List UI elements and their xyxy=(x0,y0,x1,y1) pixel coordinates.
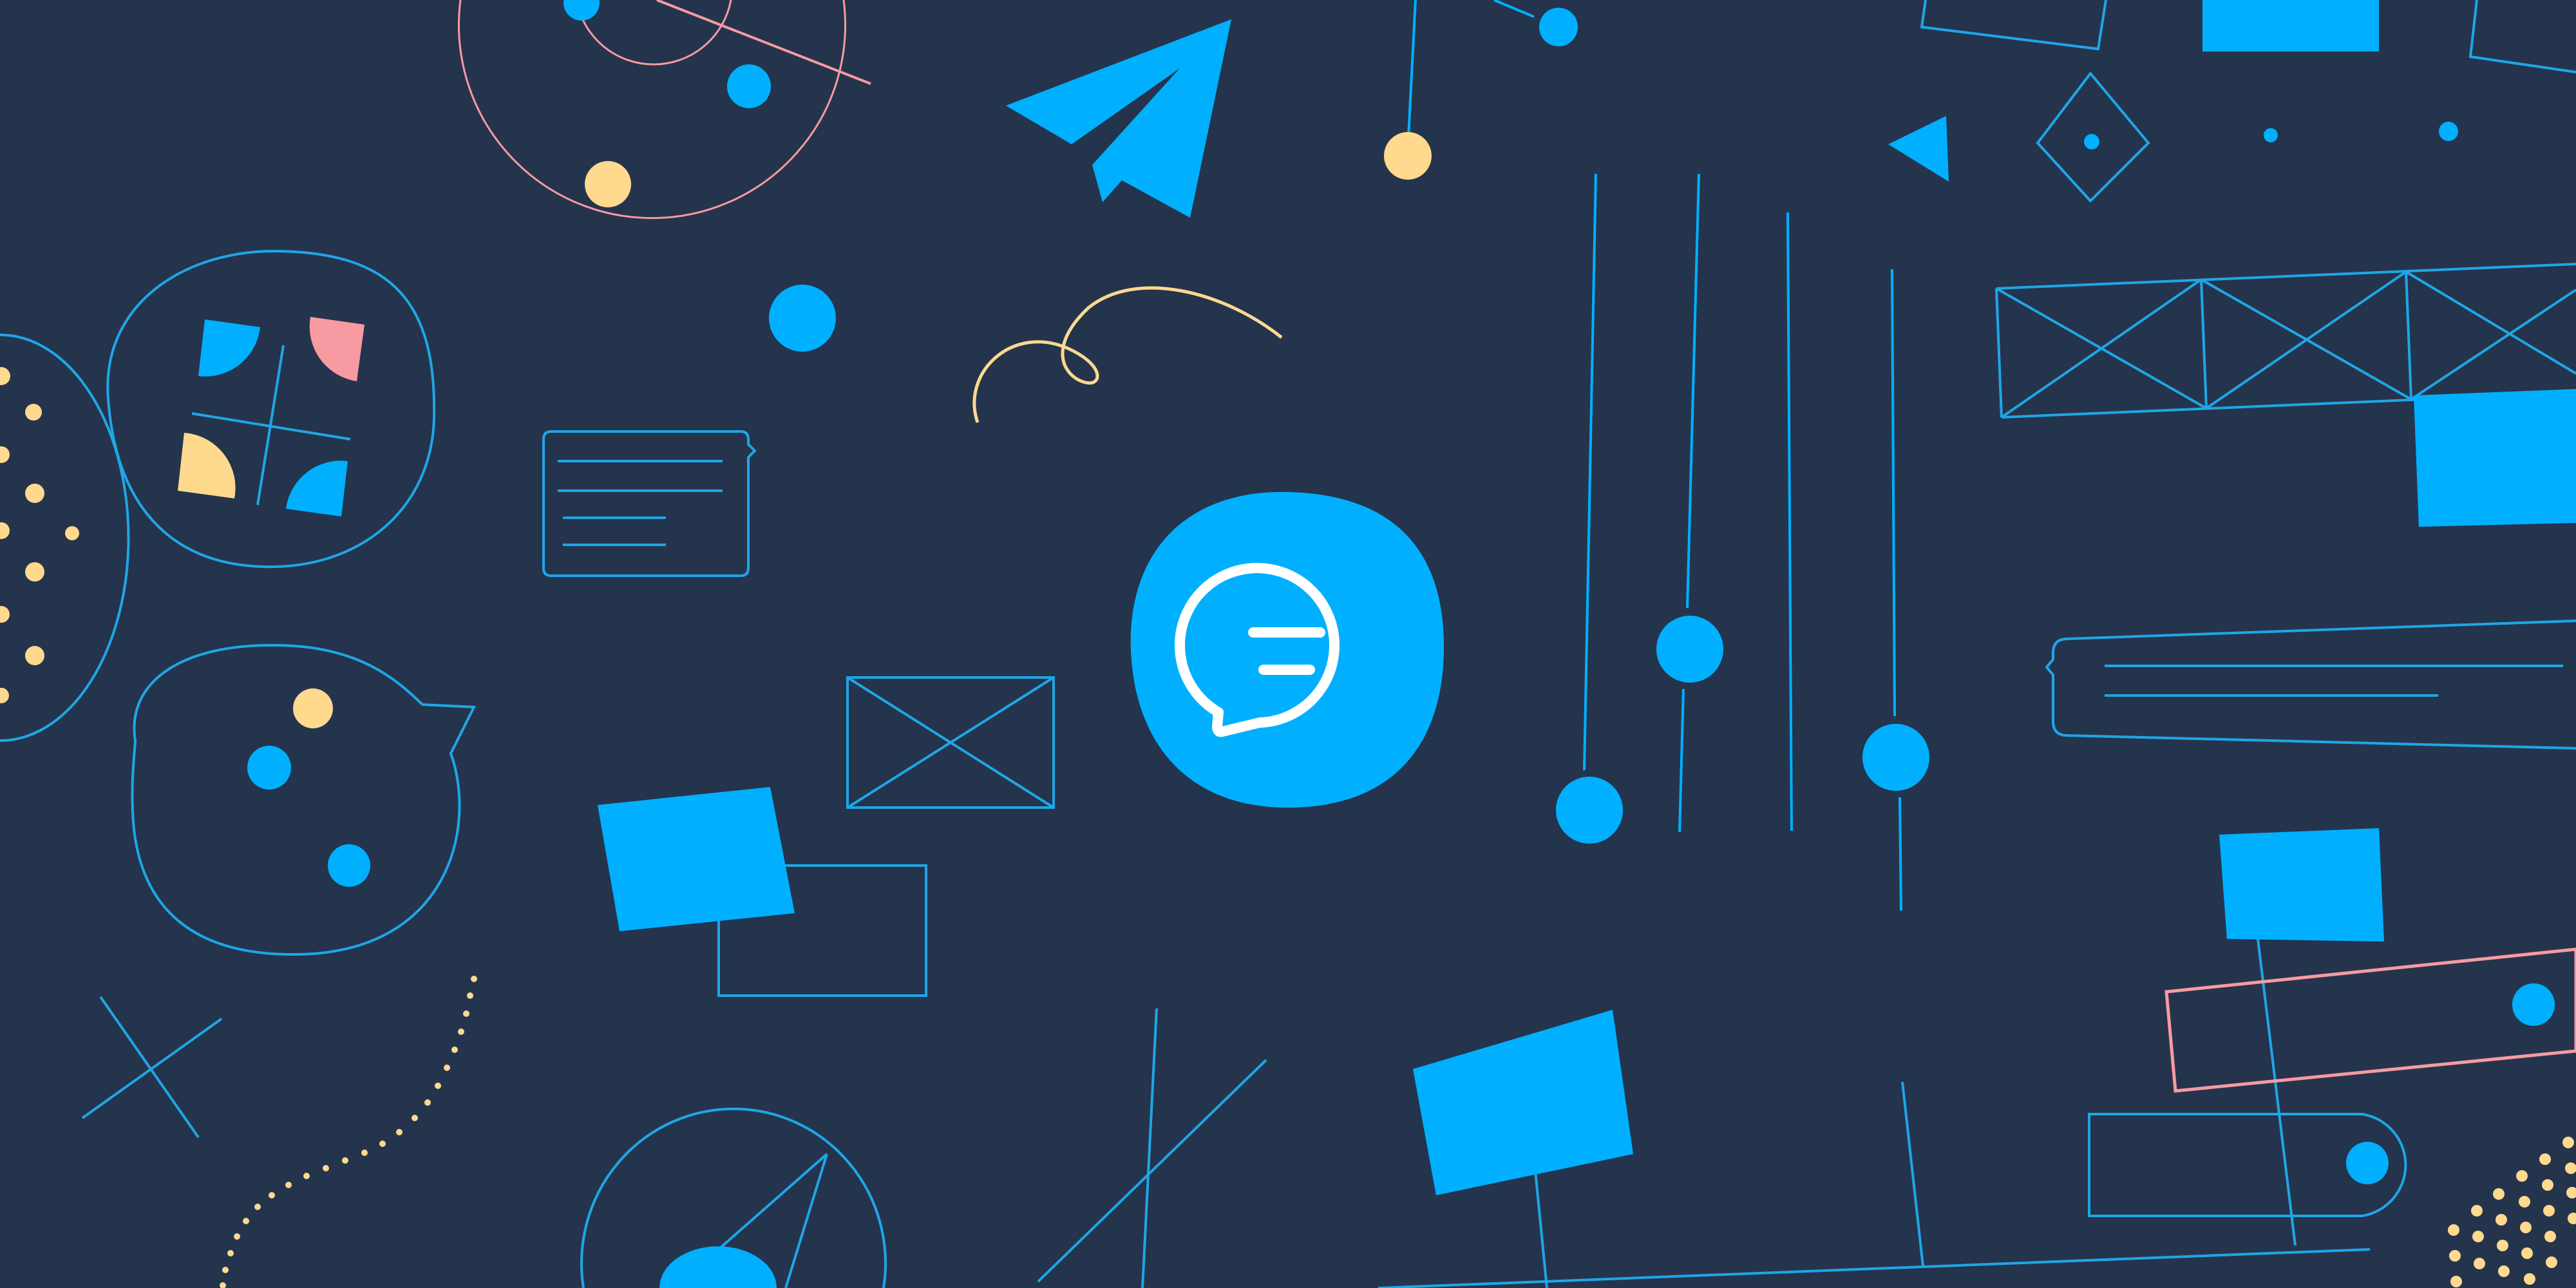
slider-icon xyxy=(1556,173,1929,911)
image-placeholder-icon xyxy=(846,676,1055,809)
pie-grid-icon xyxy=(106,249,436,569)
top-right-shapes xyxy=(1888,0,2576,203)
flag-decoration xyxy=(1378,1010,2371,1288)
cone-circle-decoration xyxy=(580,1107,887,1288)
text-card-icon xyxy=(542,430,757,577)
speech-bubble-outline-icon xyxy=(131,643,477,956)
illustration-canvas xyxy=(0,0,2576,1288)
dot-decoration xyxy=(769,285,836,352)
paper-plane-icon xyxy=(1006,19,1231,218)
image-strip-decoration xyxy=(1995,263,2576,527)
triangle-icon xyxy=(1888,116,1949,182)
crossing-lines-decoration xyxy=(1037,1008,1267,1288)
input-field-decoration xyxy=(2045,620,2576,750)
pendulum-decoration xyxy=(1384,0,1578,180)
dot-grid-decoration xyxy=(2448,1137,2576,1287)
shape-stack-decoration xyxy=(598,787,927,997)
squiggle-decoration xyxy=(972,286,1283,423)
dotted-trail-decoration xyxy=(220,976,477,1288)
central-chat-badge xyxy=(1130,491,1444,808)
cross-decoration xyxy=(81,996,223,1139)
orbit-icon xyxy=(458,0,871,220)
toggle-switch-icon xyxy=(2088,828,2576,1246)
diamond-icon xyxy=(2036,71,2150,203)
